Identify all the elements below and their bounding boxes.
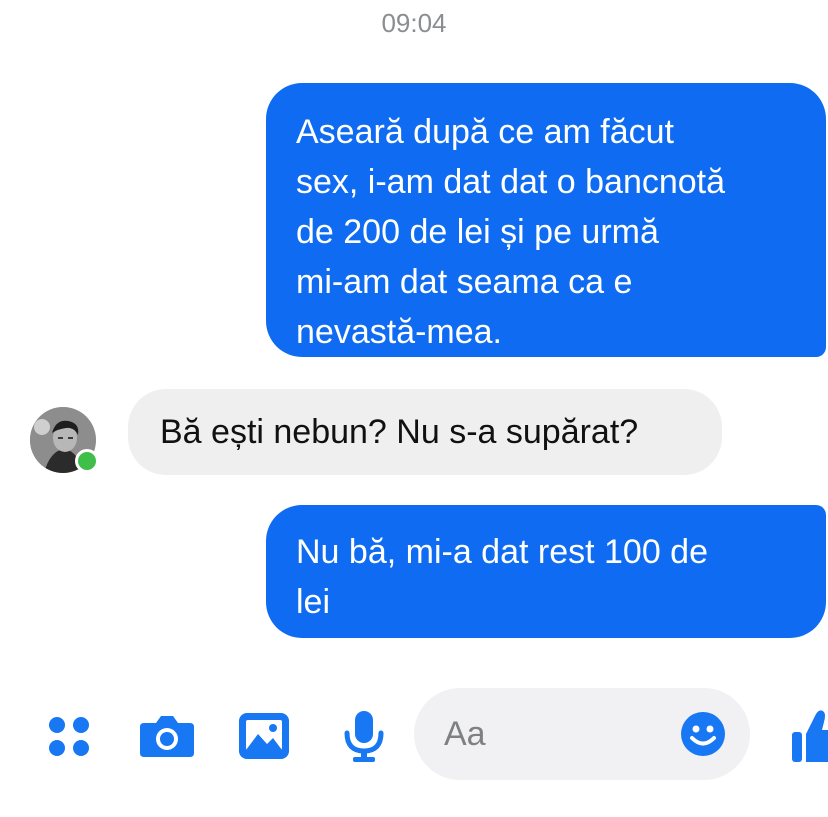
message-line: nevastă-mea.: [296, 313, 502, 351]
message-input[interactable]: [442, 708, 666, 760]
message-line: sex, i-am dat dat o bancnotă: [296, 163, 726, 201]
message-line: Bă ești nebun? Nu s-a supărat?: [160, 413, 639, 451]
apps-button[interactable]: [38, 688, 100, 784]
sent-message-bubble[interactable]: Aseară după ce am făcut sex, i-am dat da…: [266, 83, 826, 357]
message-line: de 200 de lei și pe urmă: [296, 213, 659, 251]
sent-message-bubble[interactable]: Nu bă, mi-a dat rest 100 de lei: [266, 505, 826, 638]
message-composer[interactable]: [414, 688, 750, 780]
thumbs-up-icon[interactable]: [790, 704, 828, 764]
message-line: mi-am dat seama ca e: [296, 263, 633, 301]
gallery-icon: [239, 713, 289, 759]
camera-icon: [140, 716, 194, 757]
received-message-bubble[interactable]: Bă ești nebun? Nu s-a supărat?: [128, 389, 722, 475]
message-line: lei: [296, 583, 331, 621]
emoji-icon[interactable]: [680, 711, 726, 757]
voice-button[interactable]: [333, 688, 395, 784]
apps-icon: [49, 717, 89, 756]
contact-avatar[interactable]: [30, 407, 99, 473]
message-timestamp: 09:04: [381, 8, 447, 38]
message-line: Nu bă, mi-a dat rest 100 de: [296, 533, 709, 571]
microphone-icon: [344, 711, 384, 762]
message-line: Aseară după ce am făcut: [296, 113, 675, 151]
gallery-button[interactable]: [233, 688, 295, 784]
composer-bar: [0, 688, 828, 784]
camera-button[interactable]: [136, 688, 198, 784]
online-status-dot: [75, 449, 99, 473]
